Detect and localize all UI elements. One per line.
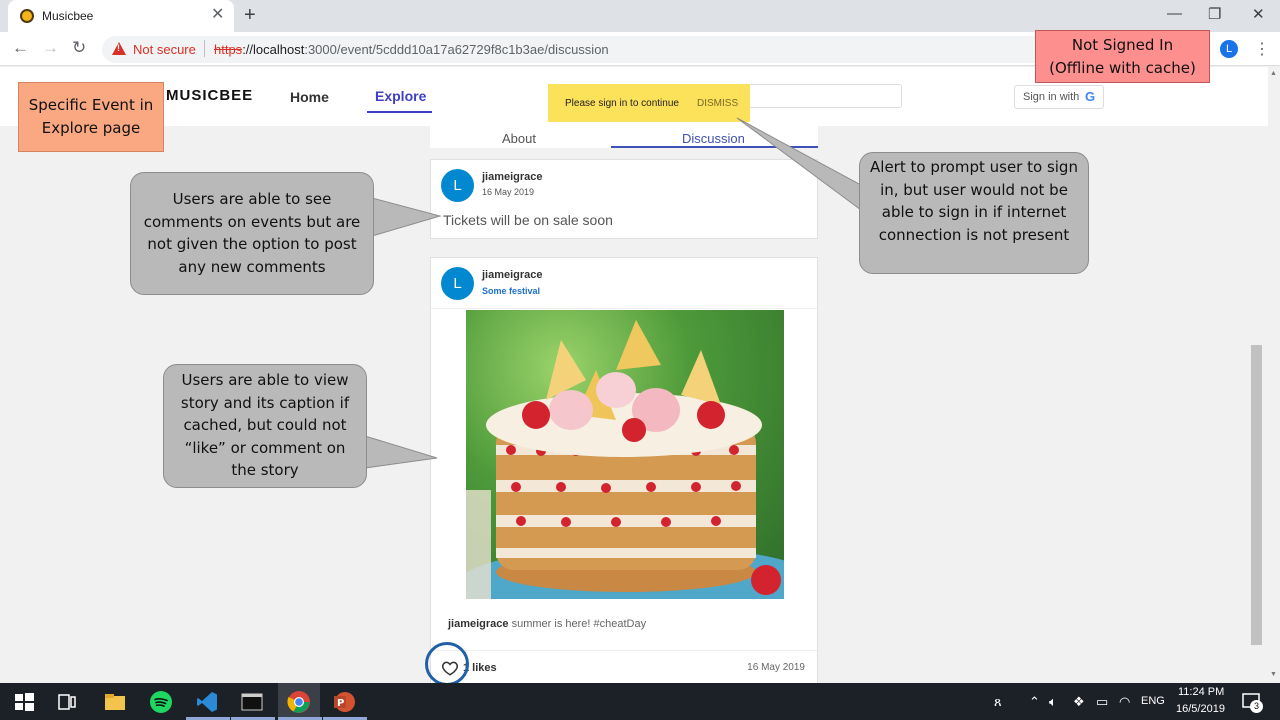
terminal-icon[interactable] xyxy=(240,690,264,714)
scrollbar-track[interactable] xyxy=(1268,67,1280,683)
comment-date: 16 May 2019 xyxy=(482,187,535,197)
browser-tab[interactable]: Musicbee ✕ xyxy=(8,0,234,32)
nav-home[interactable]: Home xyxy=(290,89,329,105)
notification-count-badge: 3 xyxy=(1250,700,1263,713)
tab-discussion[interactable]: Discussion xyxy=(682,131,745,146)
close-tab-icon[interactable]: ✕ xyxy=(211,6,224,24)
caption-username: jiameigrace xyxy=(448,618,509,630)
spotify-icon[interactable] xyxy=(149,690,173,714)
clock-date[interactable]: 16/5/2019 xyxy=(1176,703,1225,715)
file-explorer-icon[interactable] xyxy=(103,690,127,714)
url-scheme: https xyxy=(214,42,243,57)
tab-about[interactable]: About xyxy=(502,131,536,146)
windows-taskbar: P ጸ ⌃ 🔈︎ ❖ ▭ ◠ ENG 11:24 PM 16/5/2019 3 xyxy=(0,683,1280,720)
musicbee-logo[interactable]: MUSICBEE xyxy=(166,87,253,104)
language-indicator[interactable]: ENG xyxy=(1141,695,1165,707)
divider xyxy=(431,650,817,651)
reload-icon[interactable]: ↻ xyxy=(72,39,86,57)
divider xyxy=(431,308,817,309)
tab-active-indicator xyxy=(611,146,818,148)
nav-explore[interactable]: Explore xyxy=(375,88,426,104)
musicbee-favicon-icon xyxy=(20,9,34,23)
page-context-line1: Specific Event in xyxy=(28,96,154,114)
volume-icon[interactable]: 🔈︎ xyxy=(1049,694,1057,710)
warning-icon xyxy=(112,42,126,55)
url-host: ://localhost xyxy=(242,42,305,57)
dropbox-icon[interactable]: ❖ xyxy=(1073,694,1085,710)
google-signin-button[interactable]: Sign in with G xyxy=(1014,85,1104,109)
new-tab-button[interactable]: + xyxy=(244,4,256,26)
browser-tab-strip: Musicbee ✕ + — ❐ ✕ xyxy=(0,0,1280,32)
not-secure-label[interactable]: Not secure xyxy=(133,42,196,57)
comments-callout: Users are able to see comments on events… xyxy=(130,172,374,295)
scroll-up-arrow-icon[interactable]: ▲ xyxy=(1270,70,1277,77)
battery-icon[interactable]: ▭ xyxy=(1096,694,1108,710)
clock-time[interactable]: 11:24 PM xyxy=(1178,686,1224,698)
forward-arrow-icon[interactable]: → xyxy=(42,39,59,57)
kebab-menu-icon[interactable]: ⋮ xyxy=(1254,39,1270,59)
signin-state-label: Not Signed In (Offline with cache) xyxy=(1035,30,1210,83)
restore-button[interactable]: ❐ xyxy=(1208,5,1221,23)
alert-message: Please sign in to continue xyxy=(565,98,679,109)
minimize-button[interactable]: — xyxy=(1167,5,1182,22)
scroll-down-arrow-icon[interactable]: ▼ xyxy=(1270,671,1277,678)
powerpoint-icon[interactable]: P xyxy=(332,690,356,714)
profile-avatar[interactable]: L xyxy=(1220,40,1238,58)
people-icon[interactable]: ጸ xyxy=(994,694,1002,710)
signin-state-line1: Not Signed In xyxy=(1071,36,1174,54)
wifi-icon[interactable]: ◠ xyxy=(1119,694,1130,710)
story-username: jiameigrace xyxy=(482,269,543,281)
comment-text: Tickets will be on sale soon xyxy=(443,212,613,228)
task-view-icon[interactable] xyxy=(55,690,79,714)
signin-alert: Please sign in to continue DISMISS xyxy=(548,84,750,122)
story-caption: jiameigrace summer is here! #cheatDay xyxy=(448,618,646,630)
event-tabs: About Discussion xyxy=(430,126,818,148)
address-bar[interactable]: Not secure https://localhost:3000/event/… xyxy=(102,36,1172,63)
google-icon: G xyxy=(1085,89,1096,104)
story-event-link[interactable]: Some festival xyxy=(482,286,540,296)
windows-start-icon[interactable] xyxy=(12,690,36,714)
close-window-button[interactable]: ✕ xyxy=(1252,5,1265,23)
nav-active-indicator xyxy=(367,111,432,113)
like-highlight-ring xyxy=(425,642,469,686)
back-arrow-icon[interactable]: ← xyxy=(12,39,29,57)
tab-title: Musicbee xyxy=(42,9,94,23)
search-input[interactable] xyxy=(740,84,902,108)
chrome-icon[interactable] xyxy=(287,690,311,714)
page-context-line2: Explore page xyxy=(41,119,141,137)
caption-text: summer is here! #cheatDay xyxy=(511,618,647,630)
comment-card: L jiameigrace 16 May 2019 Tickets will b… xyxy=(430,159,818,239)
signin-state-line2: (Offline with cache) xyxy=(1049,59,1196,77)
layer-cake-picture xyxy=(466,320,784,599)
show-hidden-icons-icon[interactable]: ⌃ xyxy=(1029,694,1040,710)
signin-label: Sign in with xyxy=(1023,91,1080,103)
avatar: L xyxy=(441,267,474,300)
url-text[interactable]: https://localhost:3000/event/5cddd10a17a… xyxy=(214,42,609,57)
story-image xyxy=(466,310,784,599)
story-callout: Users are able to view story and its cap… xyxy=(163,364,367,488)
avatar: L xyxy=(441,169,474,202)
comment-username: jiameigrace xyxy=(482,171,543,183)
page-context-label: Specific Event in Explore page xyxy=(18,82,164,152)
story-card: L jiameigrace Some festival jiameigrace … xyxy=(430,257,818,683)
scrollbar-thumb[interactable] xyxy=(1251,345,1262,645)
vscode-icon[interactable] xyxy=(195,690,219,714)
svg-text:P: P xyxy=(337,698,344,709)
story-date: 16 May 2019 xyxy=(747,662,805,673)
alert-dismiss-button[interactable]: DISMISS xyxy=(697,98,738,109)
omnibox-divider xyxy=(204,40,205,57)
alert-callout: Alert to prompt user to sign in, but use… xyxy=(859,152,1089,274)
url-path: :3000/event/5cddd10a17a62729f8c1b3ae/dis… xyxy=(304,42,609,57)
